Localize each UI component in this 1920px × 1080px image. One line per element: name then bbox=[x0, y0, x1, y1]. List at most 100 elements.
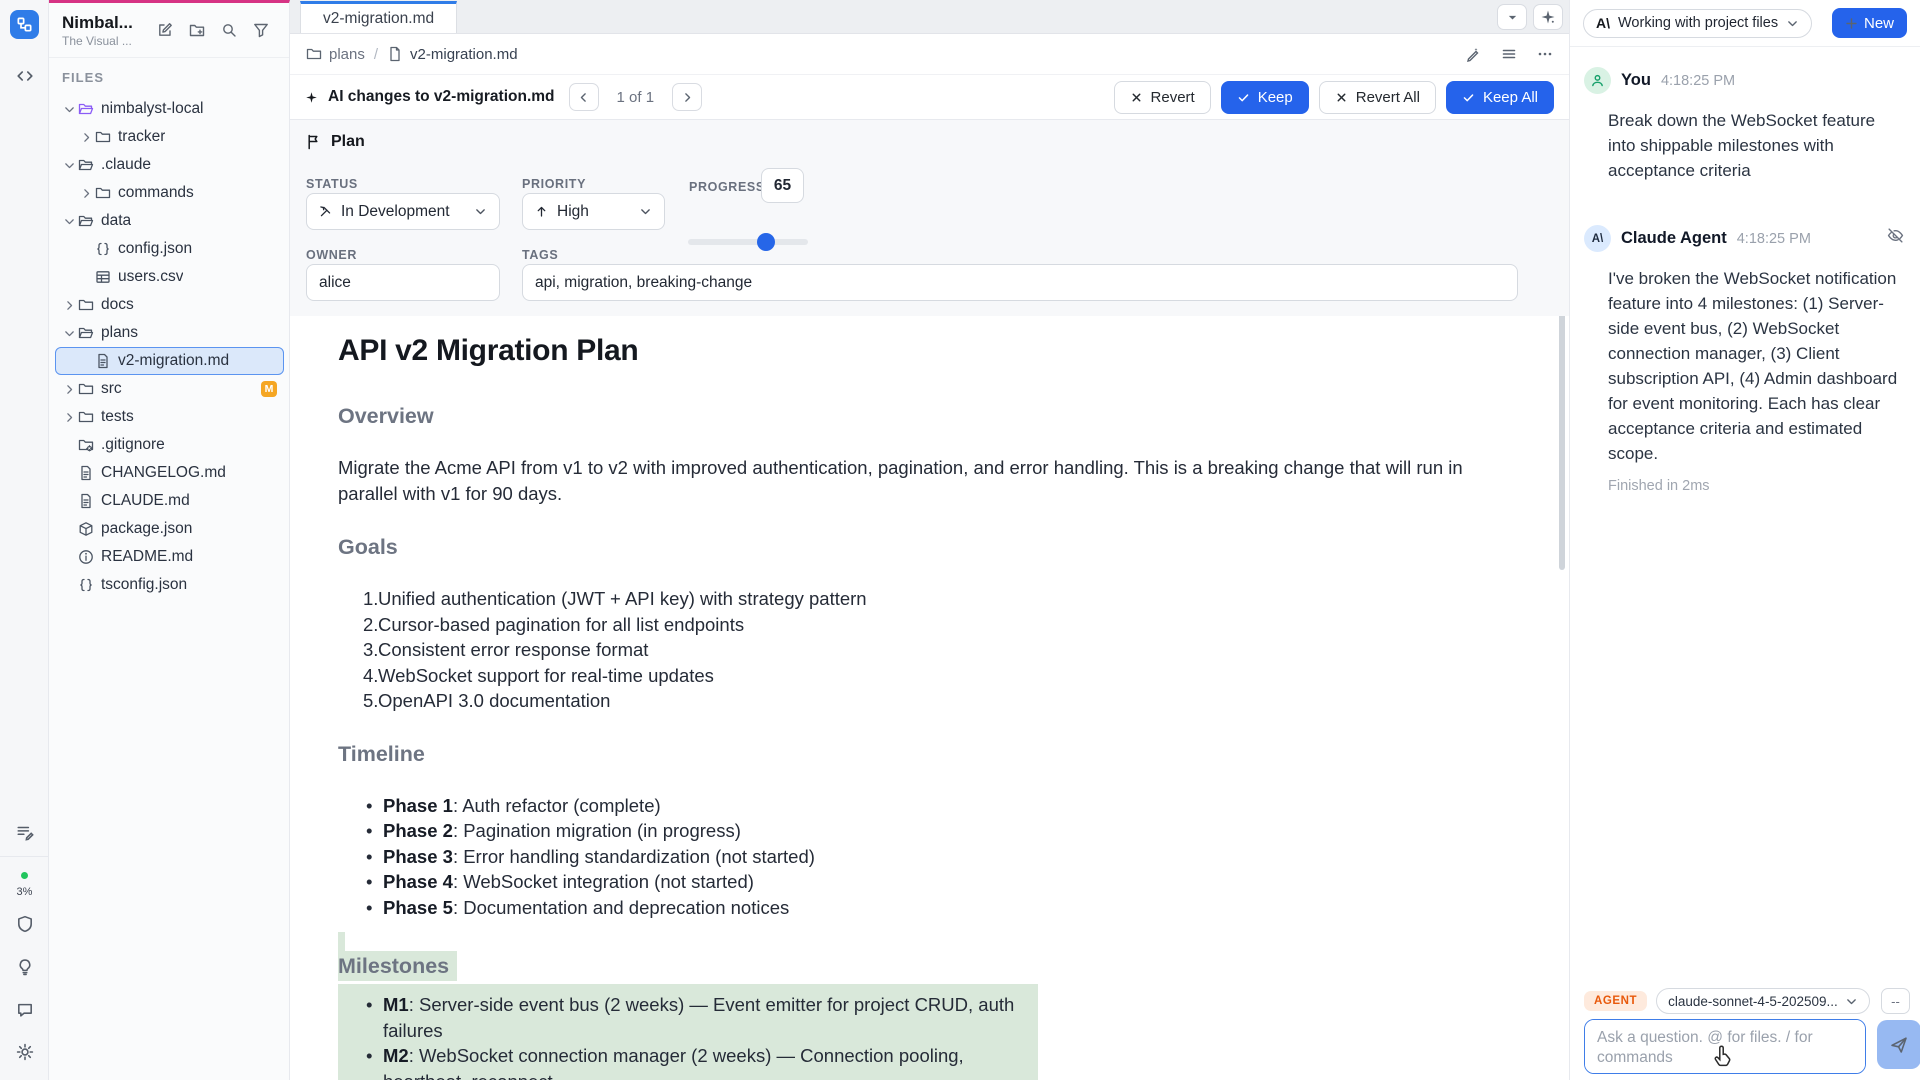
priority-select[interactable]: High bbox=[522, 193, 665, 230]
breadcrumb-file: v2-migration.md bbox=[410, 46, 518, 63]
table-icon bbox=[94, 269, 112, 285]
assistant-panel: A\ Working with project files New You 4:… bbox=[1569, 0, 1920, 1080]
tree-item-.claude[interactable]: .claude bbox=[55, 151, 284, 179]
user-avatar bbox=[1584, 67, 1611, 94]
folder-icon bbox=[94, 129, 112, 145]
tree-item-config.json[interactable]: config.json bbox=[55, 235, 284, 263]
progress-value[interactable]: 65 bbox=[761, 168, 804, 203]
folder-open-icon bbox=[77, 157, 95, 173]
tools-icon bbox=[319, 205, 332, 218]
chat-bubble-icon bbox=[16, 1001, 34, 1019]
chat-input[interactable] bbox=[1584, 1019, 1866, 1074]
file-text-icon bbox=[94, 353, 112, 369]
status-select[interactable]: In Development bbox=[306, 193, 500, 230]
tree-item-package.json[interactable]: package.json bbox=[55, 515, 284, 543]
notes-edit-button[interactable] bbox=[0, 820, 49, 844]
message-text: I've broken the WebSocket notification f… bbox=[1608, 266, 1906, 466]
send-button[interactable] bbox=[1877, 1020, 1920, 1069]
tags-input[interactable]: api, migration, breaking-change bbox=[522, 264, 1518, 301]
lightbulb-icon bbox=[16, 958, 34, 976]
ai-changes-toolbar: AI changes to v2-migration.md 1 of 1 Rev… bbox=[290, 75, 1569, 120]
folder-icon bbox=[94, 185, 112, 201]
tree-item-tsconfig.json[interactable]: tsconfig.json bbox=[55, 571, 284, 599]
next-change-button[interactable] bbox=[672, 83, 702, 111]
list-item: •M1: Server-side event bus (2 weeks) — E… bbox=[338, 992, 1038, 1043]
privacy-button[interactable] bbox=[0, 912, 49, 936]
more-options-button[interactable]: -- bbox=[1881, 988, 1910, 1014]
filter-icon[interactable] bbox=[253, 22, 269, 38]
tree-item-label: CHANGELOG.md bbox=[101, 464, 226, 482]
ai-edit-icon[interactable] bbox=[1465, 46, 1481, 62]
tips-button[interactable] bbox=[0, 955, 49, 979]
tab-v2-migration[interactable]: v2-migration.md bbox=[300, 1, 457, 33]
plan-metadata-panel: Plan STATUS In Development PRIORITY High… bbox=[290, 120, 1569, 316]
settings-button[interactable] bbox=[0, 1040, 49, 1064]
owner-input[interactable]: alice bbox=[306, 264, 500, 301]
chevron-left-icon bbox=[577, 91, 590, 104]
claude-avatar: A\ bbox=[1584, 225, 1611, 252]
search-icon[interactable] bbox=[221, 22, 237, 38]
file-text-icon bbox=[77, 493, 95, 509]
progress-slider[interactable] bbox=[688, 233, 808, 251]
tree-item-.gitignore[interactable]: .gitignore bbox=[55, 431, 284, 459]
status-value: In Development bbox=[341, 203, 450, 221]
ai-sparkle-button[interactable] bbox=[1533, 4, 1563, 30]
tree-item-CLAUDE.md[interactable]: CLAUDE.md bbox=[55, 487, 284, 515]
code-view-button[interactable] bbox=[0, 64, 49, 88]
section-heading-milestones: Milestones bbox=[338, 954, 1521, 979]
braces-icon bbox=[94, 241, 112, 257]
tree-item-v2-migration.md[interactable]: v2-migration.md bbox=[55, 347, 284, 375]
mode-selector[interactable]: A\ Working with project files bbox=[1583, 9, 1812, 38]
document-body[interactable]: API v2 Migration Plan OverviewMigrate th… bbox=[290, 316, 1569, 1080]
tree-item-README.md[interactable]: README.md bbox=[55, 543, 284, 571]
prev-change-button[interactable] bbox=[569, 83, 599, 111]
chevron-right-icon bbox=[78, 131, 94, 144]
app-window: 3% Nimbal... The Visual ... bbox=[0, 0, 1920, 1080]
slider-thumb[interactable] bbox=[757, 233, 775, 251]
message-text: Break down the WebSocket feature into sh… bbox=[1608, 108, 1906, 183]
tags-label: TAGS bbox=[522, 248, 558, 262]
chevron-down-icon bbox=[61, 327, 77, 340]
usage-indicator[interactable]: 3% bbox=[0, 866, 49, 898]
keep-all-button[interactable]: Keep All bbox=[1446, 81, 1554, 114]
agent-bar: AGENT claude-sonnet-4-5-202509... -- bbox=[1584, 988, 1910, 1014]
tree-item-label: src bbox=[101, 380, 122, 398]
breadcrumb[interactable]: plans / v2-migration.md bbox=[306, 46, 518, 63]
tree-item-tests[interactable]: tests bbox=[55, 403, 284, 431]
app-logo-icon[interactable] bbox=[10, 10, 39, 39]
tab-list-button[interactable] bbox=[1497, 4, 1527, 30]
highlight-strip bbox=[338, 932, 345, 952]
online-dot-icon bbox=[21, 872, 28, 879]
new-file-icon[interactable] bbox=[157, 22, 173, 38]
chevron-right-icon bbox=[61, 383, 77, 396]
model-selector[interactable]: claude-sonnet-4-5-202509... bbox=[1656, 988, 1870, 1014]
tree-item-commands[interactable]: commands bbox=[55, 179, 284, 207]
revert-button[interactable]: Revert bbox=[1114, 81, 1211, 114]
chat-message-user: You 4:18:25 PM Break down the WebSocket … bbox=[1584, 67, 1906, 183]
new-chat-button[interactable]: New bbox=[1832, 8, 1907, 38]
tree-item-data[interactable]: data bbox=[55, 207, 284, 235]
folder-icon bbox=[77, 297, 95, 313]
x-icon bbox=[1335, 91, 1348, 104]
tree-item-nimbalyst-local[interactable]: nimbalyst-local bbox=[55, 95, 284, 123]
tree-item-plans[interactable]: plans bbox=[55, 319, 284, 347]
editor-scrollbar[interactable] bbox=[1559, 316, 1565, 570]
chevron-right-icon bbox=[61, 299, 77, 312]
chevron-right-icon bbox=[681, 91, 694, 104]
shield-icon bbox=[16, 915, 34, 933]
gear-icon bbox=[16, 1043, 34, 1061]
hide-message-icon[interactable] bbox=[1887, 227, 1904, 249]
ellipsis-icon[interactable] bbox=[1537, 46, 1553, 62]
tree-item-CHANGELOG.md[interactable]: CHANGELOG.md bbox=[55, 459, 284, 487]
package-icon bbox=[77, 521, 95, 537]
tree-item-tracker[interactable]: tracker bbox=[55, 123, 284, 151]
new-folder-icon[interactable] bbox=[189, 22, 205, 38]
keep-button[interactable]: Keep bbox=[1221, 81, 1309, 114]
tree-item-users.csv[interactable]: users.csv bbox=[55, 263, 284, 291]
feedback-button[interactable] bbox=[0, 998, 49, 1022]
tree-item-docs[interactable]: docs bbox=[55, 291, 284, 319]
menu-icon[interactable] bbox=[1501, 46, 1517, 62]
section-paragraph: Migrate the Acme API from v1 to v2 with … bbox=[338, 455, 1521, 507]
revert-all-button[interactable]: Revert All bbox=[1319, 81, 1436, 114]
tree-item-src[interactable]: srcM bbox=[55, 375, 284, 403]
